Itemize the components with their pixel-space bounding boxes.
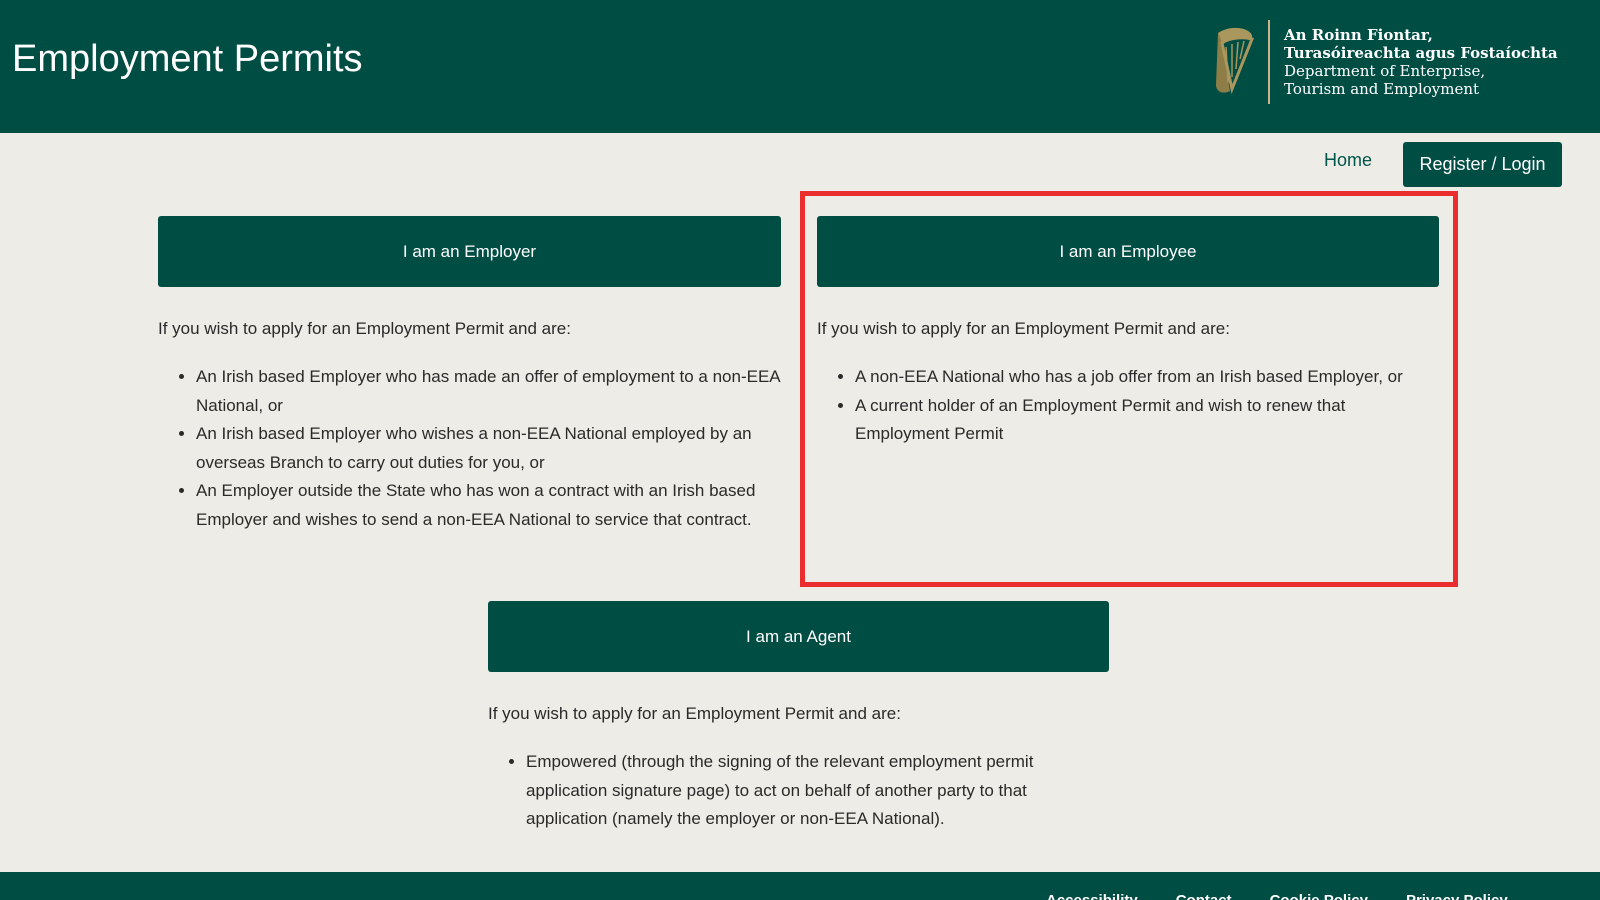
- footer-links: Accessibility Contact Cookie Policy Priv…: [1046, 892, 1508, 900]
- site-title: Employment Permits: [12, 38, 363, 80]
- footer-link-accessibility[interactable]: Accessibility: [1046, 892, 1138, 900]
- footer-link-privacy-policy[interactable]: Privacy Policy: [1406, 892, 1508, 900]
- employee-intro: If you wish to apply for an Employment P…: [817, 319, 1230, 338]
- list-item: An Employer outside the State who has wo…: [196, 477, 788, 534]
- list-item: Empowered (through the signing of the re…: [526, 748, 1108, 834]
- department-name-english-line1: Department of Enterprise,: [1284, 62, 1486, 80]
- agent-intro: If you wish to apply for an Employment P…: [488, 704, 901, 723]
- list-item: An Irish based Employer who has made an …: [196, 363, 788, 420]
- list-item: A non-EEA National who has a job offer f…: [855, 363, 1437, 392]
- employee-button[interactable]: I am an Employee: [817, 216, 1439, 287]
- footer-link-item: Contact: [1176, 892, 1232, 900]
- employee-criteria-list: A non-EEA National who has a job offer f…: [817, 363, 1437, 449]
- footer-link-item: Accessibility: [1046, 892, 1138, 900]
- register-login-button[interactable]: Register / Login: [1403, 142, 1562, 187]
- department-name-english-line2: Tourism and Employment: [1284, 80, 1480, 98]
- site-header: Employment Permits An Roinn Fiontar, Tur…: [0, 0, 1600, 133]
- department-logo[interactable]: An Roinn Fiontar, Turasóireachta agus Fo…: [1208, 20, 1558, 104]
- footer-link-item: Cookie Policy: [1270, 892, 1368, 900]
- employer-intro: If you wish to apply for an Employment P…: [158, 319, 571, 338]
- department-name-irish-line1: An Roinn Fiontar,: [1284, 26, 1433, 44]
- department-name-irish-line2: Turasóireachta agus Fostaíochta: [1284, 44, 1558, 62]
- agent-button[interactable]: I am an Agent: [488, 601, 1109, 672]
- logo-divider: [1268, 20, 1270, 104]
- harp-icon: [1216, 27, 1255, 95]
- list-item: An Irish based Employer who wishes a non…: [196, 420, 788, 477]
- footer-link-cookie-policy[interactable]: Cookie Policy: [1270, 892, 1368, 900]
- agent-criteria-list: Empowered (through the signing of the re…: [488, 748, 1108, 834]
- footer-link-contact[interactable]: Contact: [1176, 892, 1232, 900]
- department-name: An Roinn Fiontar, Turasóireachta agus Fo…: [1284, 26, 1558, 98]
- site-footer: Accessibility Contact Cookie Policy Priv…: [0, 872, 1600, 900]
- employer-criteria-list: An Irish based Employer who has made an …: [158, 363, 788, 534]
- home-link[interactable]: Home: [1324, 150, 1372, 171]
- list-item: A current holder of an Employment Permit…: [855, 392, 1437, 449]
- page: Employment Permits An Roinn Fiontar, Tur…: [0, 0, 1600, 900]
- employer-button[interactable]: I am an Employer: [158, 216, 781, 287]
- footer-link-item: Privacy Policy: [1406, 892, 1508, 900]
